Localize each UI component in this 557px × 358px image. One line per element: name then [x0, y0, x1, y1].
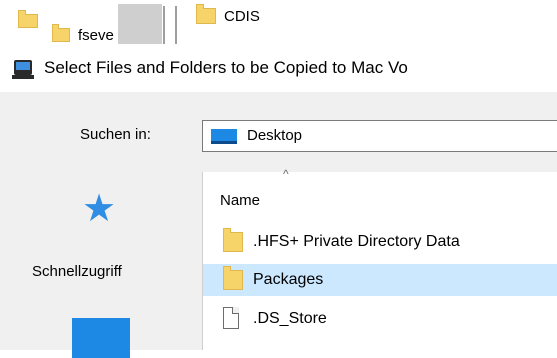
computer-icon: [14, 60, 32, 75]
sort-caret-icon: ^: [283, 167, 289, 181]
folder-icon: [223, 228, 243, 252]
folder-icon: [52, 24, 70, 42]
list-item[interactable]: Packages: [203, 264, 557, 296]
file-name: Packages: [253, 271, 324, 288]
file-name: .HFS+ Private Directory Data: [253, 233, 460, 250]
background-grey-block: [118, 4, 162, 44]
folder-icon: [196, 4, 216, 24]
background-divider: [175, 6, 177, 44]
look-in-value: Desktop: [247, 127, 303, 144]
computer-icon-base: [12, 75, 34, 79]
background-item-label[interactable]: fseve: [78, 27, 114, 44]
background-item-label[interactable]: CDIS: [224, 8, 260, 25]
desktop-icon: [211, 129, 237, 144]
look-in-label: Suchen in:: [80, 126, 151, 143]
dialog-title: Select Files and Folders to be Copied to…: [44, 58, 408, 77]
place-quick-access[interactable]: Schnellzugriff: [32, 263, 122, 280]
desktop-icon[interactable]: [72, 318, 130, 358]
column-header-name[interactable]: Name: [220, 192, 260, 209]
folder-icon: [18, 10, 38, 28]
list-item[interactable]: .HFS+ Private Directory Data: [203, 226, 557, 258]
folder-icon: [223, 266, 243, 290]
file-name: .DS_Store: [253, 310, 327, 327]
list-item[interactable]: .DS_Store: [203, 303, 557, 335]
document-icon: [223, 307, 239, 329]
background-divider: [163, 6, 165, 44]
look-in-dropdown[interactable]: Desktop: [202, 120, 557, 152]
star-icon[interactable]: ★: [82, 190, 116, 228]
